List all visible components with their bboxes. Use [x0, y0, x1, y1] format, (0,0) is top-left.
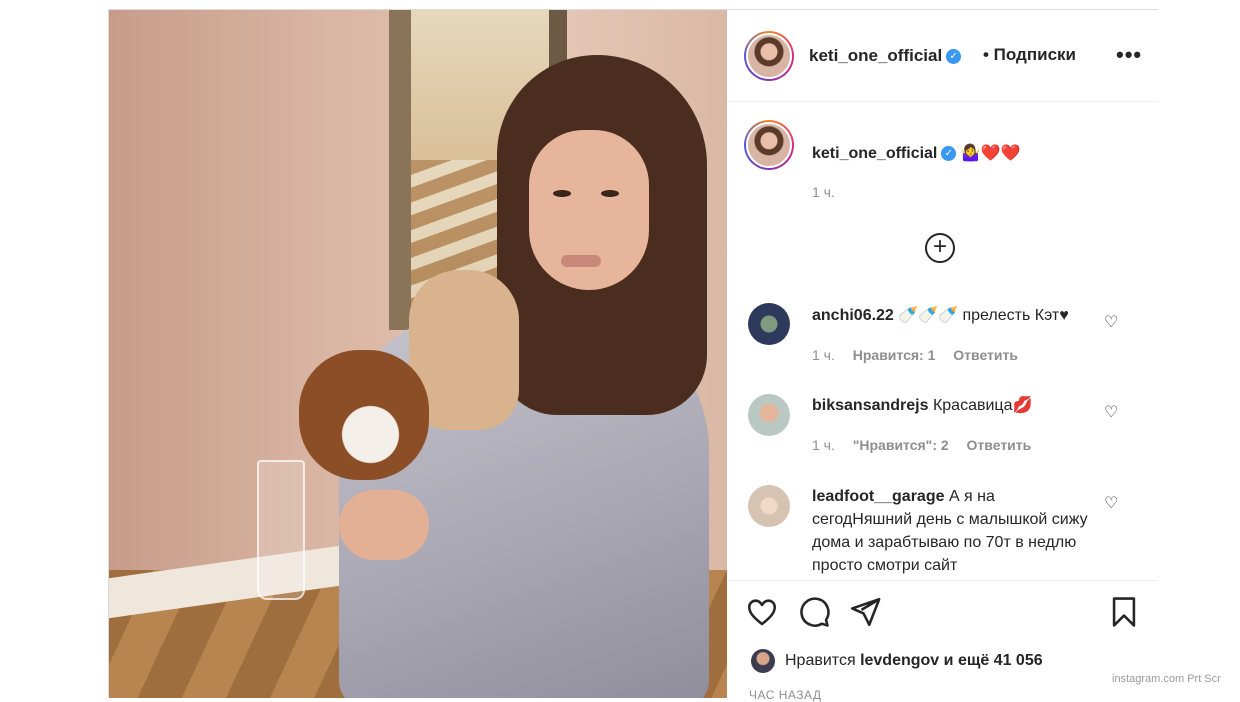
verified-icon: ✓	[941, 146, 957, 162]
caption-author-name[interactable]: keti_one_official	[812, 145, 937, 162]
comment-body: Красавица💋	[932, 397, 1033, 414]
comment-avatar[interactable]	[748, 303, 790, 345]
comment-text: biksansandrejs Красавица💋	[812, 394, 1102, 417]
likes-prefix: Нравится	[785, 652, 856, 669]
post-frame: keti_one_official ✓ • Подписки ••• keti_o…	[108, 9, 1158, 702]
liker-username[interactable]: levdengov	[860, 652, 939, 670]
following-button[interactable]: • Подписки	[983, 45, 1076, 65]
caption-text: keti_one_official ✓ 🤷‍♀️❤️❤️	[812, 142, 1021, 165]
reply-button[interactable]: Ответить	[953, 347, 1018, 363]
load-more-comments-button[interactable]: +	[925, 233, 955, 263]
comment-username[interactable]: leadfoot__garage	[812, 488, 944, 505]
comment-meta: 1 ч. Нравится: 1 Ответить	[812, 347, 1032, 363]
likes-count[interactable]: и ещё 41 056	[944, 652, 1043, 670]
comment-icon[interactable]	[797, 595, 831, 629]
comment-text: leadfoot__garage А я на сегодНяшний день…	[812, 485, 1092, 577]
caption-meta: 1 ч.	[812, 184, 849, 200]
liker-avatar[interactable]	[751, 649, 775, 673]
reply-button[interactable]: Ответить	[967, 437, 1032, 453]
photo-beagle	[299, 350, 429, 480]
post-side-panel: keti_one_official ✓ • Подписки ••• keti_o…	[727, 10, 1158, 702]
comments-list[interactable]: keti_one_official ✓ 🤷‍♀️❤️❤️ 1 ч. + anchi…	[727, 102, 1158, 580]
comment-time[interactable]: 1 ч.	[812, 437, 835, 453]
post-actions: Нравится levdengov и ещё 41 056 ЧАС НАЗА…	[727, 580, 1158, 702]
photo-hand	[339, 490, 429, 560]
comment-like-heart-icon[interactable]: ♡	[1104, 493, 1118, 513]
comment-likes[interactable]: Нравится: 1	[853, 347, 936, 363]
comment-like-heart-icon[interactable]: ♡	[1104, 402, 1118, 422]
post-header: keti_one_official ✓ • Подписки •••	[727, 10, 1158, 102]
heart-icon[interactable]	[745, 595, 779, 629]
photo-eye-left	[553, 190, 571, 197]
author-username[interactable]: keti_one_official ✓	[809, 46, 962, 66]
verified-icon: ✓	[946, 49, 962, 65]
photo-vase	[257, 460, 305, 600]
comment-meta: 1 ч. "Нравится": 2 Ответить	[812, 437, 1045, 453]
comment-like-heart-icon[interactable]: ♡	[1104, 312, 1118, 332]
comment-avatar[interactable]	[748, 485, 790, 527]
more-options-icon[interactable]: •••	[1116, 42, 1142, 68]
comment-username[interactable]: biksansandrejs	[812, 397, 929, 414]
watermark: instagram.com Prt Scr	[1112, 673, 1221, 685]
share-icon[interactable]	[848, 595, 882, 629]
comment-likes[interactable]: "Нравится": 2	[853, 437, 949, 453]
photo-eye-right	[601, 190, 619, 197]
comment-username[interactable]: anchi06.22	[812, 307, 894, 324]
post-time-ago[interactable]: ЧАС НАЗАД	[749, 688, 822, 702]
caption-emojis: 🤷‍♀️❤️❤️	[960, 145, 1021, 162]
post-photo[interactable]	[109, 10, 727, 698]
author-avatar[interactable]	[744, 31, 794, 81]
caption-time[interactable]: 1 ч.	[812, 184, 835, 200]
bookmark-icon[interactable]	[1107, 595, 1141, 629]
comment-time[interactable]: 1 ч.	[812, 347, 835, 363]
author-name-text[interactable]: keti_one_official	[809, 46, 942, 65]
caption-author-avatar[interactable]	[744, 120, 794, 170]
likes-summary: Нравится levdengov и ещё 41 056	[751, 649, 1043, 673]
comment-text: anchi06.22 🍼🍼🍼 прелесть Кэт♥	[812, 304, 1102, 327]
photo-lips	[561, 255, 601, 267]
comment-avatar[interactable]	[748, 394, 790, 436]
comment-body: 🍼🍼🍼 прелесть Кэт♥	[898, 307, 1069, 324]
